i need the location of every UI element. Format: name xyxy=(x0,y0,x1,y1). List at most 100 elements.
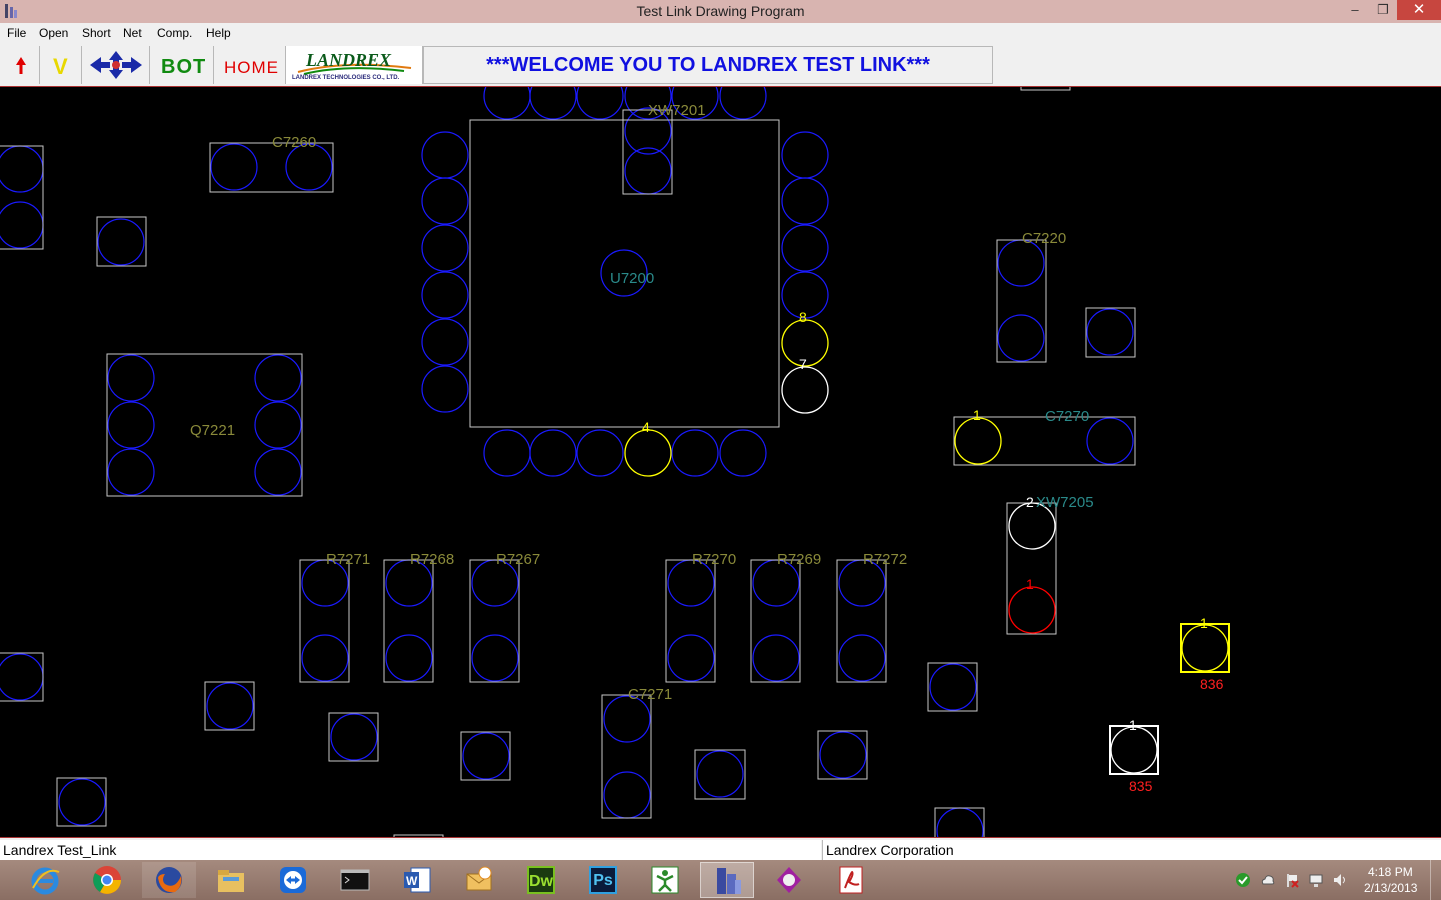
internet-explorer-icon[interactable] xyxy=(18,862,72,898)
label-r7272: R7272 xyxy=(863,551,907,568)
c7271-outline xyxy=(601,694,652,819)
label-xw7201: XW7201 xyxy=(648,102,706,119)
logo-text: LANDREX xyxy=(306,50,392,70)
pad xyxy=(107,401,155,449)
pin-label-1-red: 1 xyxy=(1026,576,1034,592)
pad xyxy=(254,448,302,496)
pad xyxy=(107,354,155,402)
xw7201-outline xyxy=(622,109,673,195)
r7269-outline xyxy=(750,559,801,683)
pad xyxy=(97,218,145,266)
pad xyxy=(385,634,433,682)
pad xyxy=(529,429,577,477)
photoshop-label: Ps xyxy=(589,866,617,894)
tray-flag-icon[interactable] xyxy=(1284,872,1300,888)
tray-cloud-icon[interactable] xyxy=(1260,872,1276,888)
chrome-icon[interactable] xyxy=(80,862,134,898)
pad xyxy=(576,429,624,477)
pad xyxy=(936,807,984,837)
menu-comp[interactable]: Comp. xyxy=(157,26,192,40)
small-part-outline xyxy=(927,662,978,712)
pad xyxy=(781,177,829,225)
pad xyxy=(206,682,254,730)
test-point-836-label: 836 xyxy=(1200,676,1224,692)
status-left: Landrex Test_Link xyxy=(0,840,821,860)
pad xyxy=(58,778,106,826)
show-desktop-button[interactable] xyxy=(1430,860,1441,900)
up-button[interactable] xyxy=(2,46,40,84)
pad xyxy=(671,429,719,477)
pad xyxy=(997,314,1045,362)
small-part-outline xyxy=(460,731,511,781)
pin-label-1: 1 xyxy=(973,407,981,423)
pin-label-2: 2 xyxy=(1026,494,1034,510)
menu-net[interactable]: Net xyxy=(123,26,142,40)
up-arrow-icon xyxy=(16,57,26,74)
pad xyxy=(421,224,469,272)
pad xyxy=(421,271,469,319)
window-title: Test Link Drawing Program xyxy=(636,3,805,19)
xw7205-outline xyxy=(1006,502,1057,635)
clock-date[interactable]: 2/13/2013 xyxy=(1364,881,1417,895)
pad xyxy=(330,713,378,761)
pad xyxy=(719,429,767,477)
dreamweaver-icon[interactable]: Dw xyxy=(514,862,568,898)
buildings-app-icon[interactable] xyxy=(700,862,754,898)
firefox-icon[interactable] xyxy=(142,862,196,898)
word-icon[interactable]: W xyxy=(390,862,444,898)
photoshop-icon[interactable]: Ps xyxy=(576,862,630,898)
menu-short[interactable]: Short xyxy=(82,26,111,40)
tray-volume-icon[interactable] xyxy=(1332,872,1348,888)
menu-file[interactable]: File xyxy=(7,26,26,40)
pad xyxy=(421,318,469,366)
teamviewer-icon[interactable] xyxy=(266,862,320,898)
pin-label-1-tp835: 1 xyxy=(1129,717,1137,733)
pad xyxy=(529,87,577,120)
pad xyxy=(301,634,349,682)
green-app-icon[interactable] xyxy=(638,862,692,898)
label-r7269: R7269 xyxy=(777,551,821,568)
file-explorer-icon[interactable] xyxy=(204,862,258,898)
xw7205-pin-1-pad xyxy=(1008,586,1056,634)
bot-button[interactable]: BOT xyxy=(150,46,214,84)
close-button[interactable]: ✕ xyxy=(1397,0,1441,20)
pin-label-7: 7 xyxy=(799,356,807,372)
small-part-outline xyxy=(328,712,379,762)
pad xyxy=(929,663,977,711)
pad xyxy=(462,732,510,780)
pin-4-pad xyxy=(624,429,672,477)
c7270-pin-1-pad xyxy=(954,417,1002,465)
r7272-outline xyxy=(836,559,887,683)
pad xyxy=(210,143,258,191)
pad xyxy=(1086,308,1134,356)
pin-label-1-tp836: 1 xyxy=(1200,615,1208,631)
restore-button[interactable]: ❐ xyxy=(1369,0,1397,20)
pcb-drawing[interactable]: XW7201 C7260 C7220 Q7221 R7271 R7268 R72… xyxy=(0,87,1441,838)
minimize-button[interactable]: – xyxy=(1341,0,1369,20)
drawing-canvas[interactable]: XW7201 C7260 C7220 Q7221 R7271 R7268 R72… xyxy=(0,86,1441,838)
tray-security-icon[interactable] xyxy=(1235,872,1251,888)
navigate-button[interactable] xyxy=(82,46,150,84)
label-c7220: C7220 xyxy=(1022,230,1066,247)
home-button[interactable]: HOME xyxy=(214,46,286,84)
small-part-outline xyxy=(694,749,746,800)
label-r7268: R7268 xyxy=(410,551,454,568)
r7270-outline xyxy=(665,559,716,683)
tray-network-icon[interactable] xyxy=(1308,872,1324,888)
landrex-logo: LANDREX LANDREX TECHNOLOGIES CO., LTD. xyxy=(286,46,423,84)
toolbar: V BOT HOME LANDREX LANDREX TECHNOLOGIES … xyxy=(0,44,1441,85)
pad xyxy=(719,87,767,120)
outlook-icon[interactable] xyxy=(452,862,506,898)
pad xyxy=(254,354,302,402)
menu-help[interactable]: Help xyxy=(206,26,231,40)
v-button[interactable]: V xyxy=(40,46,82,84)
title-bar: Test Link Drawing Program – ❐ ✕ xyxy=(0,0,1441,23)
pad xyxy=(0,145,44,193)
menu-open[interactable]: Open xyxy=(39,26,68,40)
acrobat-icon[interactable] xyxy=(824,862,878,898)
small-part-outline xyxy=(934,807,985,837)
command-prompt-icon[interactable] xyxy=(328,862,382,898)
home-label: HOME xyxy=(224,58,279,77)
clock-time[interactable]: 4:18 PM xyxy=(1368,865,1413,879)
purple-app-icon[interactable] xyxy=(762,862,816,898)
